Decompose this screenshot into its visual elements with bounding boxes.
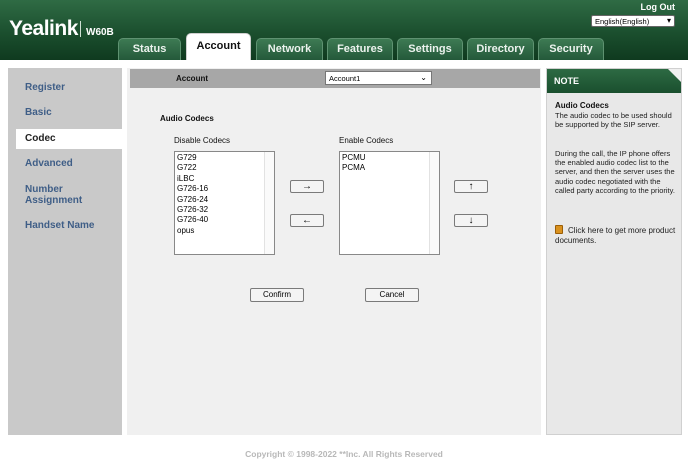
enable-codecs-label: Enable Codecs xyxy=(339,136,394,145)
move-right-button[interactable]: → xyxy=(290,180,324,193)
codec-option[interactable]: G726-32 xyxy=(176,205,208,215)
top-header: Yealink W60B Log Out English(English) ▾ … xyxy=(0,0,688,60)
tab-settings[interactable]: Settings xyxy=(397,38,463,60)
sidebar: Register Basic Codec Advanced Number Ass… xyxy=(8,68,133,435)
tab-account[interactable]: Account xyxy=(186,33,251,60)
section-title: Audio Codecs xyxy=(160,114,214,123)
codec-option[interactable]: G729 xyxy=(176,153,208,163)
confirm-button[interactable]: Confirm xyxy=(250,288,304,302)
tab-directory[interactable]: Directory xyxy=(467,38,534,60)
tab-network[interactable]: Network xyxy=(256,38,323,60)
chevron-down-icon: ⌄ xyxy=(420,73,427,82)
language-value: English(English) xyxy=(595,17,650,26)
sidebar-item-handset-name[interactable]: Handset Name xyxy=(8,220,122,231)
codec-option[interactable]: PCMU xyxy=(341,153,366,163)
sidebar-item-advanced[interactable]: Advanced xyxy=(8,158,122,169)
list-scrollbar[interactable] xyxy=(429,152,439,254)
documents-link[interactable]: Click here to get more product documents… xyxy=(555,225,679,246)
sidebar-item-basic[interactable]: Basic xyxy=(8,107,122,118)
move-left-button[interactable]: ← xyxy=(290,214,324,227)
account-bar: Account Account1 ⌄ xyxy=(130,69,540,88)
account-select-value: Account1 xyxy=(329,74,361,83)
account-select[interactable]: Account1 ⌄ xyxy=(325,71,432,85)
chevron-down-icon: ▾ xyxy=(666,16,671,25)
documents-link-text: Click here to get more product documents… xyxy=(555,226,676,245)
note-corner-fold xyxy=(668,69,681,82)
note-paragraph-2: During the call, the IP phone offers the… xyxy=(555,149,675,195)
tab-features[interactable]: Features xyxy=(327,38,393,60)
sidebar-item-register[interactable]: Register xyxy=(8,82,122,93)
codec-option[interactable]: G726-16 xyxy=(176,184,208,194)
note-title: NOTE xyxy=(554,76,580,86)
model-name: W60B xyxy=(86,27,114,38)
codec-option[interactable]: PCMA xyxy=(341,163,366,173)
tab-status[interactable]: Status xyxy=(118,38,181,60)
codec-option[interactable]: G726-40 xyxy=(176,215,208,225)
note-paragraph-1: The audio codec to be used should be sup… xyxy=(555,111,672,130)
copyright-footer: Copyright © 1998-2022 **Inc. All Rights … xyxy=(245,449,443,459)
tab-security[interactable]: Security xyxy=(538,38,604,60)
note-subtitle: Audio Codecs xyxy=(555,101,609,110)
logo-divider xyxy=(80,21,81,37)
move-down-button[interactable]: ↓ xyxy=(454,214,488,227)
codec-option[interactable]: G722 xyxy=(176,163,208,173)
brand-logo: Yealink xyxy=(9,17,78,40)
account-label: Account xyxy=(176,74,208,83)
cancel-button[interactable]: Cancel xyxy=(365,288,419,302)
codec-option[interactable]: iLBC xyxy=(176,174,208,184)
list-scrollbar[interactable] xyxy=(264,152,274,254)
codec-option[interactable]: opus xyxy=(176,226,208,236)
main-panel: Account Account1 ⌄ Audio Codecs Disable … xyxy=(127,68,541,435)
note-header: NOTE xyxy=(547,69,681,93)
document-icon xyxy=(555,225,563,234)
enabled-codecs-list[interactable]: PCMU PCMA xyxy=(339,151,440,255)
disabled-codecs-list[interactable]: G729 G722 iLBC G726-16 G726-24 G726-32 G726-40… xyxy=(174,151,275,255)
sidebar-item-codec[interactable]: Codec xyxy=(16,129,133,149)
disable-codecs-label: Disable Codecs xyxy=(174,136,231,145)
logout-link[interactable]: Log Out xyxy=(641,2,676,12)
move-up-button[interactable]: ↑ xyxy=(454,180,488,193)
note-panel: NOTE Audio Codecs The audio codec to be … xyxy=(546,68,682,435)
language-select[interactable]: English(English) ▾ xyxy=(591,15,675,27)
sidebar-item-number-assignment[interactable]: Number Assignment xyxy=(8,184,98,206)
codec-option[interactable]: G726-24 xyxy=(176,195,208,205)
